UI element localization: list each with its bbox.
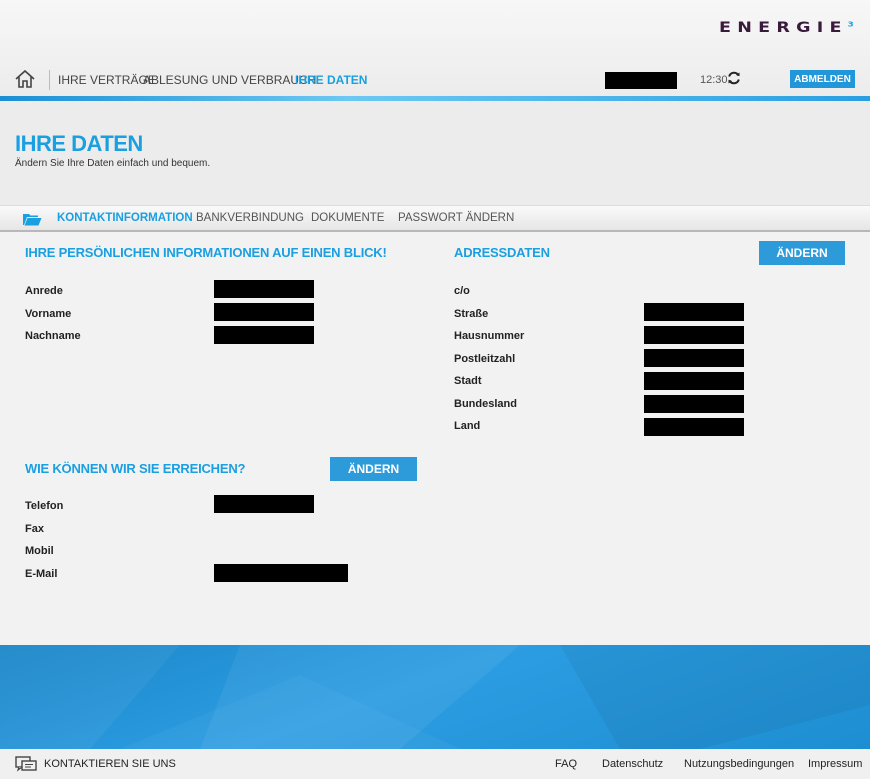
- logo-text: ENERGIE: [719, 20, 848, 36]
- redacted-salutation: [214, 280, 314, 298]
- session-time: 12:30: [700, 74, 728, 86]
- home-icon[interactable]: [14, 69, 36, 89]
- field-label-state: Bundesland: [454, 398, 517, 410]
- field-label-house-number: Hausnummer: [454, 330, 525, 342]
- footer-link-faq[interactable]: FAQ: [555, 758, 577, 770]
- logo-sup: 3: [847, 20, 854, 29]
- logo[interactable]: ENERGIE3: [719, 20, 854, 36]
- tab-change-password[interactable]: PASSWORT ÄNDERN: [398, 212, 514, 224]
- redacted-country: [644, 418, 744, 436]
- redacted-state: [644, 395, 744, 413]
- contact-title: WIE KÖNNEN WIR SIE ERREICHEN?: [25, 461, 246, 476]
- nav-item-reading-consumption[interactable]: ABLESUNG UND VERBRAUCH: [143, 73, 316, 87]
- tab-bank-details[interactable]: BANKVERBINDUNG: [196, 212, 304, 224]
- redacted-house-number: [644, 326, 744, 344]
- redacted-username: [605, 72, 677, 89]
- field-label-street: Straße: [454, 308, 489, 320]
- field-label-phone: Telefon: [25, 500, 64, 512]
- tab-contact-information[interactable]: KONTAKTINFORMATION: [57, 212, 193, 224]
- tab-documents[interactable]: DOKUMENTE: [311, 212, 384, 224]
- footer: KONTAKTIEREN SIE UNS FAQ Datenschutz Nut…: [0, 749, 870, 779]
- field-label-salutation: Anrede: [25, 285, 63, 297]
- redacted-phone: [214, 495, 314, 513]
- redacted-postal-code: [644, 349, 744, 367]
- content-area: IHRE PERSÖNLICHEN INFORMATIONEN AUF EINE…: [0, 232, 870, 645]
- tab-bar: KONTAKTINFORMATION BANKVERBINDUNG DOKUME…: [0, 205, 870, 232]
- edit-contact-button[interactable]: ÄNDERN: [330, 457, 417, 481]
- footer-link-privacy[interactable]: Datenschutz: [602, 758, 663, 770]
- redacted-email: [214, 564, 348, 582]
- footer-link-imprint[interactable]: Impressum: [808, 758, 862, 770]
- header: ENERGIE3 IHRE VERTRÄGE ABLESUNG UND VERB…: [0, 0, 870, 101]
- edit-address-button[interactable]: ÄNDERN: [759, 241, 845, 265]
- nav-accent-bar: [0, 96, 870, 101]
- logout-button[interactable]: ABMELDEN: [790, 70, 855, 88]
- decorative-band: [0, 645, 870, 749]
- field-label-first-name: Vorname: [25, 308, 72, 320]
- field-label-mobile: Mobil: [25, 545, 54, 557]
- page-title: IHRE DATEN: [15, 131, 143, 156]
- main-nav: IHRE VERTRÄGE ABLESUNG UND VERBRAUCH IHR…: [0, 64, 870, 96]
- redacted-street: [644, 303, 744, 321]
- field-label-city: Stadt: [454, 375, 482, 387]
- contact-us-link[interactable]: KONTAKTIEREN SIE UNS: [44, 758, 176, 770]
- nav-divider: [49, 70, 50, 90]
- page-subtitle: Ändern Sie Ihre Daten einfach und bequem…: [15, 158, 211, 169]
- field-label-fax: Fax: [25, 523, 44, 535]
- nav-item-contracts[interactable]: IHRE VERTRÄGE: [58, 73, 156, 87]
- footer-link-terms[interactable]: Nutzungsbedingungen: [684, 758, 794, 770]
- address-title: ADRESSDATEN: [454, 245, 550, 260]
- chat-bubbles-icon[interactable]: [15, 756, 37, 773]
- folder-open-icon: [23, 214, 42, 226]
- band-pattern: [0, 645, 870, 749]
- redacted-last-name: [214, 326, 314, 344]
- nav-item-your-data[interactable]: IHRE DATEN: [295, 73, 367, 87]
- personal-info-title: IHRE PERSÖNLICHEN INFORMATIONEN AUF EINE…: [25, 245, 387, 260]
- field-label-care-of: c/o: [454, 285, 470, 297]
- field-label-postal-code: Postleitzahl: [454, 353, 516, 365]
- redacted-city: [644, 372, 744, 390]
- field-label-last-name: Nachname: [25, 330, 81, 342]
- redacted-first-name: [214, 303, 314, 321]
- field-label-email: E-Mail: [25, 568, 58, 580]
- field-label-country: Land: [454, 420, 481, 432]
- refresh-icon[interactable]: [727, 71, 741, 85]
